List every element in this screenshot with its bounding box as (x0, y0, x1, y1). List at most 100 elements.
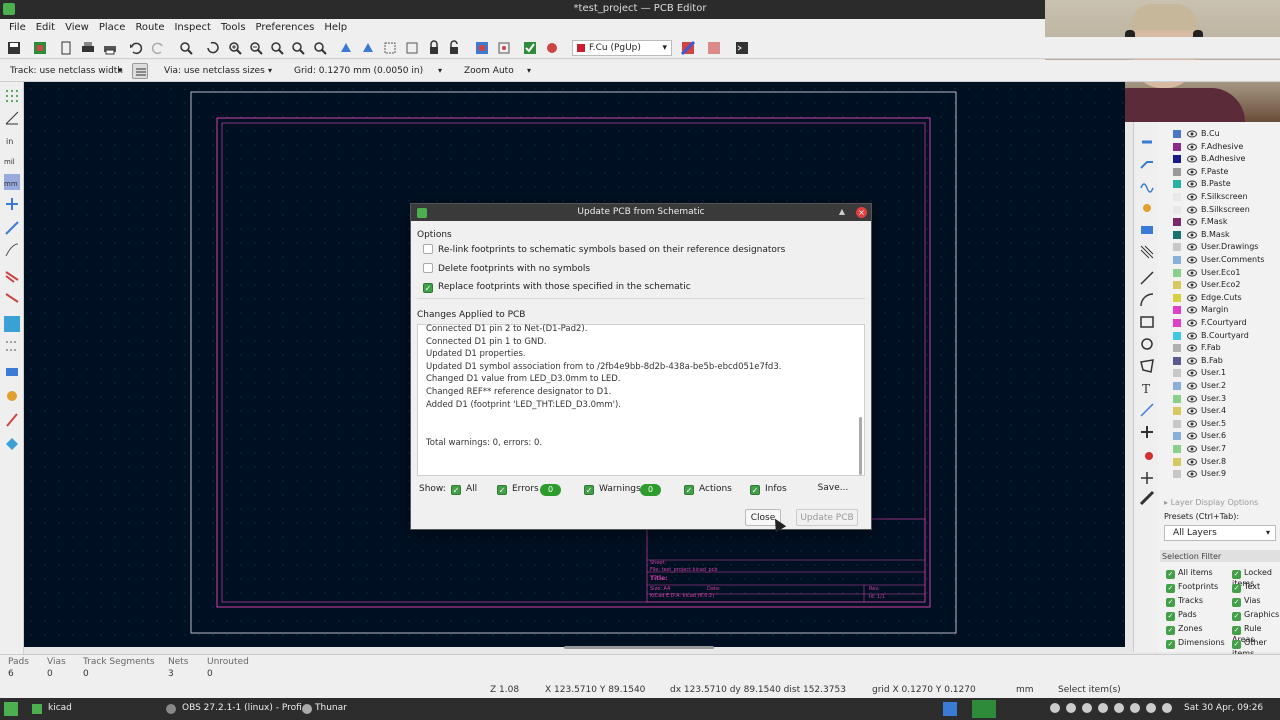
horizontal-scrollbar[interactable] (564, 646, 714, 649)
layer-row[interactable]: User.Eco1 (1158, 267, 1280, 279)
changes-list[interactable]: Connected D1 pin 2 to Net-(D1-Pad2). Con… (417, 324, 865, 476)
layer-color-swatch[interactable] (1173, 281, 1181, 290)
appearance-icon[interactable] (4, 436, 20, 452)
eye-icon[interactable] (1187, 318, 1197, 328)
layer-color-swatch[interactable] (1173, 167, 1181, 176)
selection-filter-item[interactable]: ✓ Locked items (1232, 568, 1280, 588)
layer-selector[interactable]: F.Cu (PgUp) ▾ (572, 40, 672, 56)
selection-filter-item[interactable]: ✓ Zones (1166, 624, 1203, 636)
selection-filter-item[interactable]: ✓ Footprints (1166, 582, 1218, 594)
filter-checkbox[interactable]: ✓ (1232, 584, 1241, 593)
layer-row[interactable]: User.Comments (1158, 254, 1280, 266)
layer-row[interactable]: User.6 (1158, 430, 1280, 442)
battery-icon[interactable] (1162, 703, 1172, 713)
eye-icon[interactable] (1187, 381, 1197, 391)
selection-filter-item[interactable]: ✓ All items (1166, 568, 1213, 580)
selection-filter-item[interactable]: ✓Other items (1232, 638, 1280, 658)
layer-color-swatch[interactable] (1173, 407, 1181, 416)
layer-color-swatch[interactable] (1173, 180, 1181, 189)
layer-color-swatch[interactable] (1173, 256, 1181, 264)
via-icon[interactable] (1139, 200, 1155, 216)
mil-units-icon[interactable]: mil (4, 152, 20, 168)
highlight-net-icon[interactable] (544, 40, 560, 56)
menu-route[interactable]: Route (130, 19, 169, 37)
eye-icon[interactable] (1187, 205, 1197, 215)
filter-checkbox[interactable]: ✓ (1166, 598, 1175, 607)
refresh-icon[interactable] (205, 40, 221, 56)
unlock-icon[interactable] (446, 40, 462, 56)
taskbar-obs[interactable]: OBS 27.2.1-1 (linux) - Profi... (182, 703, 310, 713)
menu-help[interactable]: Help (319, 19, 352, 37)
find-icon[interactable] (178, 40, 194, 56)
polar-coords-icon[interactable] (4, 110, 20, 126)
console-icon[interactable] (734, 40, 750, 56)
netlist-icon[interactable] (474, 40, 490, 56)
filter-checkbox[interactable]: ✓ (1232, 570, 1241, 579)
eye-icon[interactable] (1187, 217, 1197, 227)
filter-checkbox[interactable]: ✓ (1166, 570, 1175, 579)
menu-view[interactable]: View (60, 19, 94, 37)
selection-filter-item[interactable]: ✓ Rule Areas (1232, 624, 1280, 644)
zoom-out-icon[interactable] (248, 40, 264, 56)
layer-row[interactable]: Margin (1158, 304, 1280, 316)
layer-row[interactable]: User.Eco2 (1158, 279, 1280, 291)
taskbar-kicad[interactable]: kicad (48, 703, 72, 713)
bluetooth-icon[interactable] (1082, 703, 1092, 713)
high-contrast-icon[interactable] (4, 364, 20, 380)
footprint-editor-icon[interactable] (496, 40, 512, 56)
measure-icon[interactable] (1139, 490, 1155, 506)
filter-checkbox[interactable]: ✓ (1232, 640, 1241, 649)
layer-color-swatch[interactable] (1173, 293, 1181, 302)
layer-color-swatch[interactable] (1173, 394, 1181, 403)
layer-row[interactable]: B.Paste (1158, 178, 1280, 190)
eye-icon[interactable] (1187, 280, 1197, 290)
layer-row[interactable]: F.Silkscreen (1158, 191, 1280, 203)
filter-checkbox[interactable]: ✓ (1232, 626, 1241, 635)
filter-all[interactable]: ✓ All (451, 484, 477, 495)
eye-icon[interactable] (1187, 167, 1197, 177)
filter-actions[interactable]: ✓ Actions (684, 484, 732, 495)
mm-units-icon[interactable]: mm (4, 174, 20, 190)
layer-color-swatch[interactable] (1173, 419, 1181, 428)
eye-icon[interactable] (1187, 154, 1197, 164)
layer-row[interactable]: F.Fab (1158, 342, 1280, 354)
presets-select[interactable]: All Layers ▾ (1164, 525, 1276, 541)
layer-color-swatch[interactable] (1173, 205, 1181, 214)
layer-display-options[interactable]: ▸ Layer Display Options (1164, 498, 1258, 507)
workspace-1-icon[interactable] (943, 702, 957, 716)
layer-color-swatch[interactable] (1173, 344, 1181, 353)
layer-color-swatch[interactable] (1173, 331, 1181, 340)
layer-color-swatch[interactable] (1173, 470, 1181, 479)
eye-icon[interactable] (1187, 179, 1197, 189)
layer-row[interactable]: User.5 (1158, 418, 1280, 430)
save-button[interactable]: Save... (809, 480, 857, 497)
layer-color-swatch[interactable] (1173, 218, 1181, 227)
eye-icon[interactable] (1187, 469, 1197, 479)
rotate-cw-icon[interactable] (360, 40, 376, 56)
route-track-icon[interactable] (1139, 156, 1155, 172)
delete-checkbox[interactable] (423, 263, 433, 273)
selection-filter-item[interactable]: ✓ Tracks (1166, 596, 1203, 608)
filter-checkbox[interactable]: ✓ (1166, 612, 1175, 621)
replace-checkbox[interactable]: ✓ (423, 283, 433, 293)
eye-icon[interactable] (1187, 394, 1197, 404)
eye-icon[interactable] (1187, 129, 1197, 139)
layer-row[interactable]: F.Mask (1158, 216, 1280, 228)
filter-checkbox[interactable]: ✓ (1166, 640, 1175, 649)
layer-color-swatch[interactable] (1173, 457, 1181, 466)
filter-warnings[interactable]: ✓ Warnings (584, 484, 641, 495)
layer-row[interactable]: F.Paste (1158, 166, 1280, 178)
eye-icon[interactable] (1187, 444, 1197, 454)
eye-icon[interactable] (1187, 343, 1197, 353)
zone-icon[interactable] (1139, 222, 1155, 238)
plot-icon[interactable] (102, 40, 118, 56)
cursor-shape-icon[interactable] (4, 196, 20, 212)
wifi-icon[interactable] (1146, 703, 1156, 713)
close-icon[interactable]: × (856, 207, 867, 218)
relink-option[interactable]: Re-link footprints to schematic symbols … (423, 244, 785, 255)
layer-row[interactable]: User.2 (1158, 380, 1280, 392)
auto-width-icon[interactable] (132, 63, 148, 79)
eye-icon[interactable] (1187, 419, 1197, 429)
layer-color-swatch[interactable] (1173, 268, 1181, 277)
layer-row[interactable]: B.Silkscreen (1158, 204, 1280, 216)
